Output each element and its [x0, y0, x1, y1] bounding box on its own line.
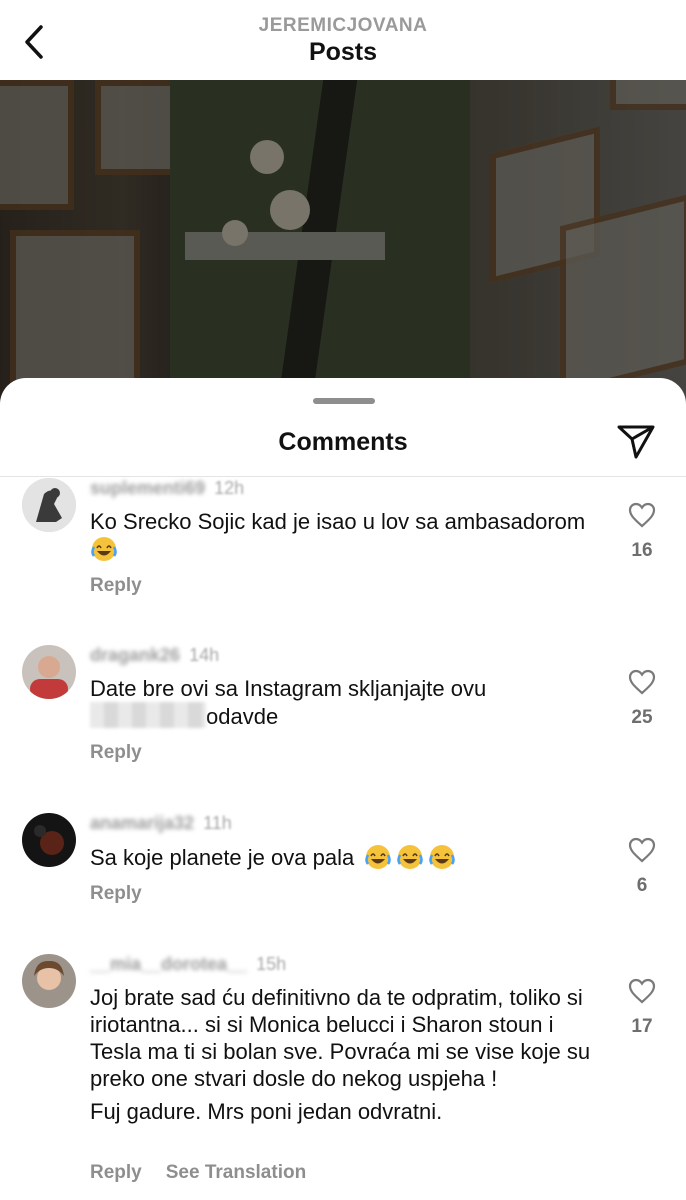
comment-time: 15h — [256, 954, 287, 974]
avatar[interactable] — [22, 478, 76, 532]
profile-username[interactable]: JEREMICJOVANA — [0, 15, 686, 37]
like-count: 17 — [631, 1016, 653, 1037]
like-count: 16 — [631, 540, 653, 561]
like-button[interactable]: 25 — [622, 669, 662, 729]
laughing-emoji-icon — [91, 537, 117, 561]
comment-text: Sa koje planete je ova pala — [90, 843, 610, 871]
sheet-title: Comments — [278, 428, 408, 456]
top-bar: JEREMICJOVANA Posts — [0, 0, 686, 80]
post-photo — [0, 80, 686, 410]
comment-username[interactable]: anamarija32 — [90, 813, 194, 833]
page-title: Posts — [308, 38, 378, 66]
avatar[interactable] — [22, 813, 76, 867]
like-count: 6 — [636, 875, 648, 896]
comment-username[interactable]: __mia__dorotea__ — [90, 954, 247, 974]
comment-meta: suplementi69 12h — [90, 478, 244, 499]
redacted-text — [90, 702, 206, 728]
avatar[interactable] — [22, 954, 76, 1008]
heart-outline-icon — [628, 502, 656, 528]
comment-meta: anamarija32 11h — [90, 813, 232, 834]
paper-plane-icon — [617, 425, 655, 459]
comment-text: Date bre ovi sa Instagram skljanjajte ov… — [90, 676, 487, 729]
sheet-drag-handle[interactable] — [313, 398, 375, 404]
comment-text: Joj brate sad ću definitivno da te odpra… — [90, 985, 591, 1124]
see-translation-button[interactable]: See Translation — [166, 1162, 306, 1183]
laughing-emoji-icon — [365, 845, 392, 869]
heart-outline-icon — [628, 669, 656, 695]
avatar[interactable] — [22, 645, 76, 699]
comment-meta: dragank26 14h — [90, 645, 219, 666]
sheet-divider — [0, 476, 686, 477]
comment-meta: __mia__dorotea__ 15h — [90, 954, 286, 975]
comment-time: 11h — [203, 813, 232, 833]
comment-time: 12h — [214, 478, 245, 498]
like-button[interactable]: 6 — [622, 837, 662, 897]
comment-username[interactable]: suplementi69 — [90, 478, 205, 498]
heart-outline-icon — [628, 837, 656, 863]
reply-actions: Reply See Translation — [90, 1162, 306, 1184]
laughing-emoji-icon — [429, 845, 456, 869]
comment-text: Ko Srecko Sojic kad je isao u lov sa amb… — [90, 508, 610, 563]
comment-time: 14h — [189, 645, 220, 665]
reply-button[interactable]: Reply — [90, 742, 142, 764]
reply-button[interactable]: Reply — [90, 575, 142, 597]
reply-button[interactable]: Reply — [90, 1162, 142, 1183]
heart-outline-icon — [628, 978, 656, 1004]
reply-button[interactable]: Reply — [90, 883, 142, 905]
like-button[interactable]: 16 — [622, 502, 662, 562]
comments-sheet: Comments suplementi69 12h Ko Srecko Soji… — [0, 378, 686, 1200]
like-count: 25 — [631, 707, 653, 728]
like-button[interactable]: 17 — [622, 978, 662, 1038]
laughing-emoji-icon — [397, 845, 424, 869]
share-button[interactable] — [612, 418, 660, 466]
comment-username[interactable]: dragank26 — [90, 645, 180, 665]
